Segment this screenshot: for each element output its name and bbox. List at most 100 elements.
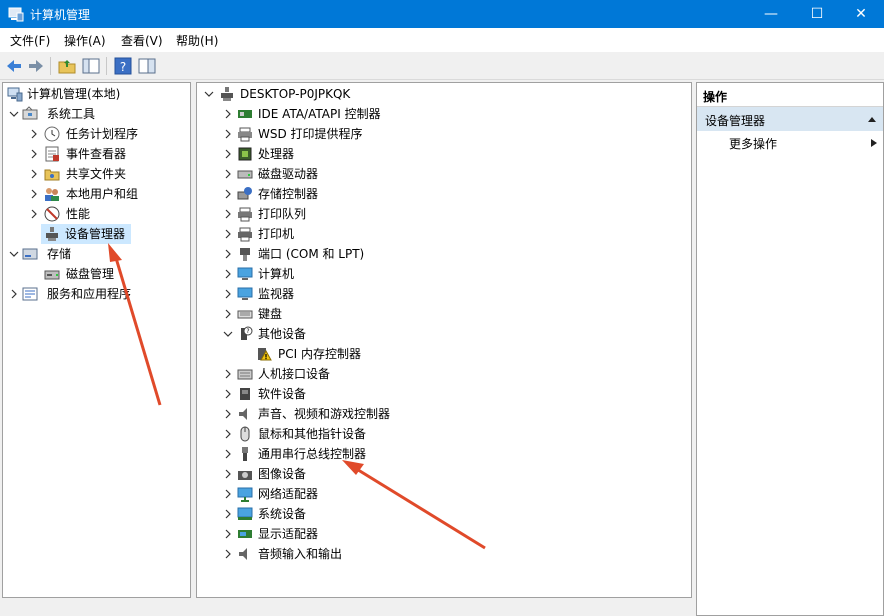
device-category-label: 网络适配器 [258,487,319,501]
chevron-right-icon[interactable] [221,404,235,424]
chevron-right-icon[interactable] [27,144,41,164]
tree-item-disk-management[interactable]: 磁盘管理 [3,264,190,284]
device-category-12[interactable]: ? 其他设备 [197,324,691,344]
tree-item-root[interactable]: 计算机管理(本地) [3,84,190,104]
chevron-right-icon[interactable] [221,424,235,444]
device-category-13[interactable]: 人机接口设备 [197,364,691,384]
device-item-pci-memory-controller[interactable]: PCI 内存控制器 [197,344,691,364]
minimize-button[interactable]: — [748,0,794,28]
device-category-17[interactable]: 通用串行总线控制器 [197,444,691,464]
shared-folder-icon [44,169,60,181]
device-category-15[interactable]: 声音、视频和游戏控制器 [197,404,691,424]
menu-action[interactable]: 操作(A) [64,32,106,49]
device-category-1[interactable]: IDE ATA/ATAPI 控制器 [197,104,691,124]
tree-item-services-apps[interactable]: 服务和应用程序 [3,284,190,304]
back-arrow-icon[interactable] [4,56,24,76]
svg-text:?: ? [246,328,249,335]
chevron-right-icon[interactable] [27,164,41,184]
device-category-14[interactable]: 软件设备 [197,384,691,404]
chevron-down-icon[interactable] [202,84,216,104]
chevron-right-icon[interactable] [7,284,21,304]
device-category-label: 通用串行总线控制器 [258,447,367,461]
tree-item-event-viewer[interactable]: 事件查看器 [3,144,190,164]
chevron-right-icon[interactable] [221,124,235,144]
device-category-16[interactable]: 鼠标和其他指针设备 [197,424,691,444]
chevron-right-icon[interactable] [221,284,235,304]
chevron-right-icon[interactable] [221,544,235,564]
device-category-10[interactable]: 监视器 [197,284,691,304]
device-category-label: 打印机 [258,227,295,241]
toolbar: ? [0,52,884,80]
collapse-triangle-icon[interactable] [867,115,877,123]
actions-section-device-manager[interactable]: 设备管理器 [697,107,883,131]
chevron-right-icon[interactable] [221,164,235,184]
device-category-20[interactable]: 系统设备 [197,504,691,524]
chevron-right-icon[interactable] [221,384,235,404]
chevron-right-icon[interactable] [221,444,235,464]
device-category-2[interactable]: WSD 打印提供程序 [197,124,691,144]
chevron-down-icon[interactable] [7,104,21,124]
camera-icon [238,471,252,480]
device-category-label: 其他设备 [258,327,307,341]
device-category-3[interactable]: 处理器 [197,144,691,164]
storage-icon [22,248,38,260]
menu-file[interactable]: 文件(F) [10,32,50,49]
disk-drive-icon [237,170,253,179]
chevron-right-icon[interactable] [221,224,235,244]
chevron-right-icon[interactable] [27,204,41,224]
device-category-18[interactable]: 图像设备 [197,464,691,484]
chevron-right-icon[interactable] [221,264,235,284]
device-category-6[interactable]: 打印队列 [197,204,691,224]
device-tree-root[interactable]: DESKTOP-P0JPKQK [197,84,691,104]
device-category-21[interactable]: 显示适配器 [197,524,691,544]
audio-icon [239,548,247,560]
chevron-right-icon[interactable] [221,204,235,224]
device-category-22[interactable]: 音频输入和输出 [197,544,691,564]
more-actions-item[interactable]: 更多操作 [697,131,883,153]
printer-icon [238,227,252,242]
device-item-label: PCI 内存控制器 [278,347,361,361]
device-category-7[interactable]: 打印机 [197,224,691,244]
tree-item-task-scheduler[interactable]: 任务计划程序 [3,124,190,144]
tree-item-storage[interactable]: 存储 [3,244,190,264]
tree-item-system-tools[interactable]: 系统工具 [3,104,190,124]
chevron-right-icon[interactable] [221,244,235,264]
show-hide-tree-icon[interactable] [81,56,101,76]
menu-view[interactable]: 查看(V) [121,32,163,49]
tree-item-performance[interactable]: 性能 [3,204,190,224]
device-category-4[interactable]: 磁盘驱动器 [197,164,691,184]
chevron-right-icon[interactable] [221,524,235,544]
chevron-right-icon[interactable] [221,464,235,484]
forward-arrow-icon[interactable] [26,56,46,76]
maximize-button[interactable]: ☐ [794,0,840,28]
action-pane-icon[interactable] [137,56,157,76]
port-icon [240,248,250,261]
tools-icon [22,106,38,120]
up-folder-icon[interactable] [57,56,77,76]
help-icon[interactable]: ? [113,56,133,76]
chevron-right-icon[interactable] [221,184,235,204]
device-category-19[interactable]: 网络适配器 [197,484,691,504]
chevron-right-icon[interactable] [221,144,235,164]
chevron-right-icon[interactable] [27,124,41,144]
chevron-right-icon[interactable] [27,184,41,204]
tree-item-local-users[interactable]: 本地用户和组 [3,184,190,204]
menu-help[interactable]: 帮助(H) [176,32,218,49]
tree-item-device-manager[interactable]: 设备管理器 [41,224,131,244]
chevron-down-icon[interactable] [221,324,235,344]
device-category-label: 打印队列 [258,207,307,221]
device-category-11[interactable]: 键盘 [197,304,691,324]
chevron-right-icon[interactable] [221,304,235,324]
device-category-5[interactable]: 存储控制器 [197,184,691,204]
chevron-down-icon[interactable] [7,244,21,264]
system-device-icon [237,507,253,520]
chevron-right-icon[interactable] [221,504,235,524]
tree-item-shared-folders[interactable]: 共享文件夹 [3,164,190,184]
device-category-9[interactable]: 计算机 [197,264,691,284]
chevron-right-icon[interactable] [221,104,235,124]
computer-icon [237,267,253,280]
chevron-right-icon[interactable] [221,484,235,504]
close-button[interactable]: ✕ [838,0,884,28]
chevron-right-icon[interactable] [221,364,235,384]
device-category-8[interactable]: 端口 (COM 和 LPT) [197,244,691,264]
